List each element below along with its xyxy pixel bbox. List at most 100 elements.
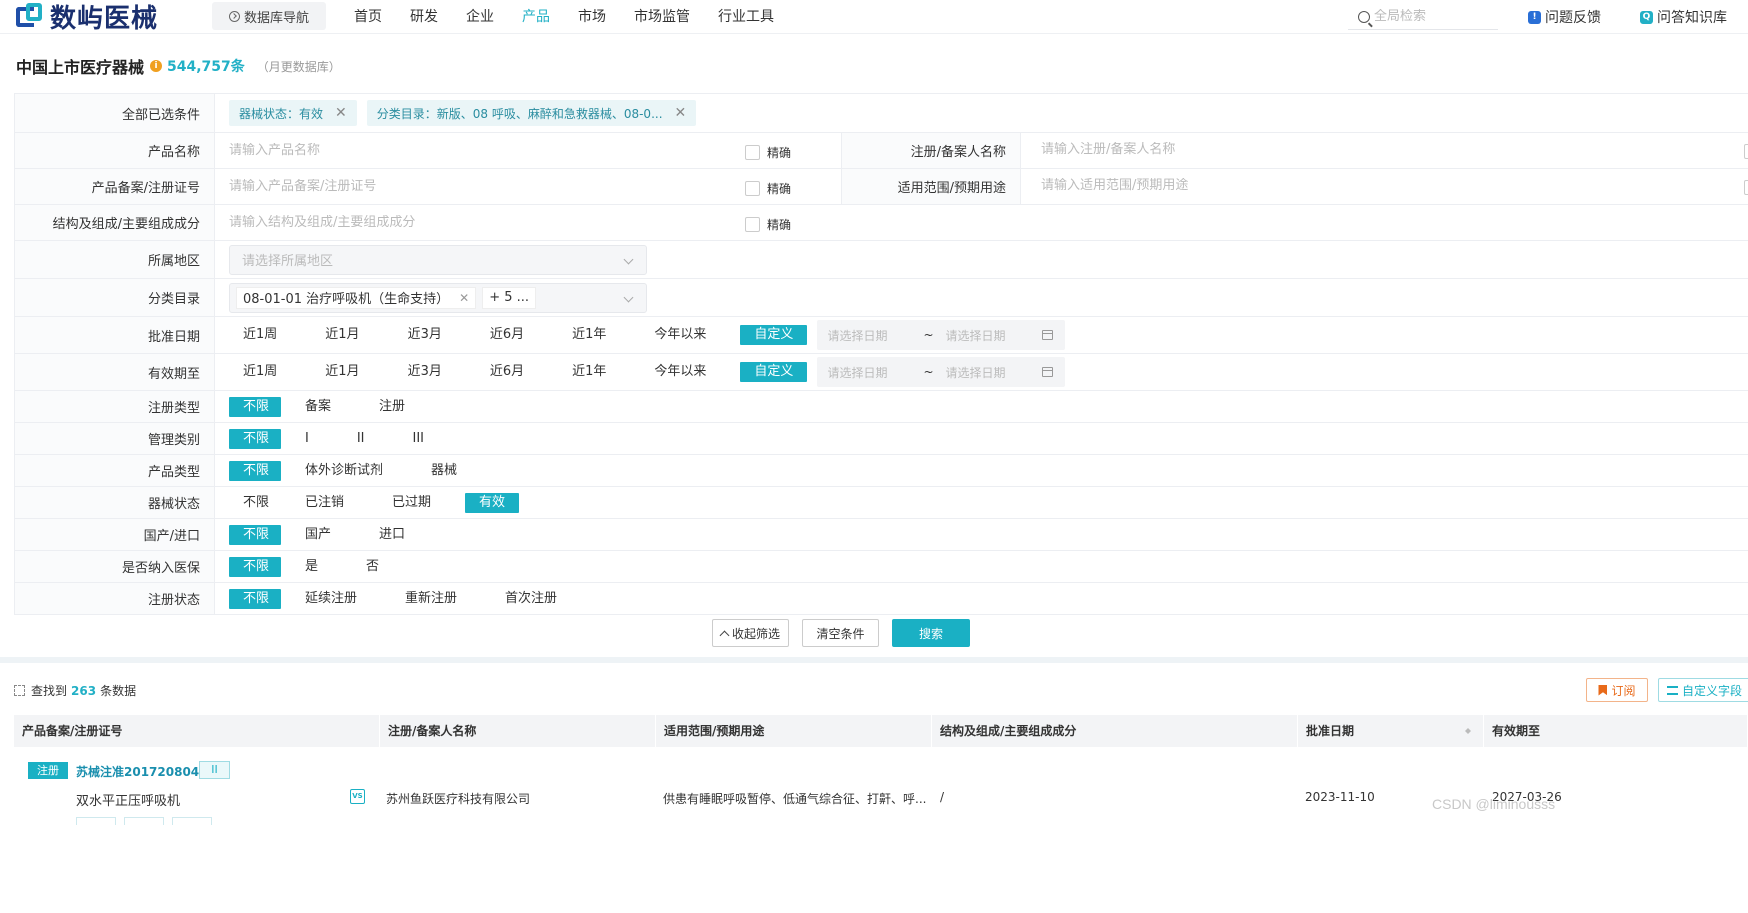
- reg-no-input[interactable]: [229, 179, 789, 194]
- option-yes[interactable]: 是: [291, 557, 332, 577]
- option-any[interactable]: 不限: [229, 460, 281, 481]
- region-select[interactable]: 请选择所属地区: [229, 244, 647, 275]
- chevron-down-icon: [623, 254, 634, 264]
- option-any[interactable]: 不限: [229, 556, 281, 577]
- exact-checkbox[interactable]: 精确: [745, 180, 791, 197]
- found-count: 263: [71, 683, 97, 698]
- option-any[interactable]: 不限: [229, 588, 281, 609]
- subscribe-button[interactable]: 订阅: [1586, 678, 1648, 702]
- close-icon[interactable]: ✕: [335, 105, 347, 121]
- option-no[interactable]: 否: [352, 557, 393, 577]
- column-header[interactable]: 注册/备案人名称: [380, 715, 656, 747]
- catalog-chip[interactable]: 08-01-01 治疗呼吸机（生命支持） ✕: [236, 286, 477, 309]
- option-1y[interactable]: 近1年: [558, 362, 620, 382]
- reg-no-link[interactable]: 苏械注准20172080417: [76, 763, 216, 780]
- nav-home[interactable]: 首页: [340, 0, 396, 34]
- end-date[interactable]: 请选择日期: [945, 327, 1005, 344]
- column-header[interactable]: 结构及组成/主要组成成分: [932, 715, 1298, 747]
- option-expired[interactable]: 已过期: [378, 493, 445, 513]
- chevron-down-icon: [623, 292, 634, 302]
- structure-input[interactable]: [229, 215, 789, 230]
- option-class-2[interactable]: II: [343, 429, 379, 449]
- option-cancelled[interactable]: 已注销: [291, 493, 358, 513]
- catalog-select[interactable]: 08-01-01 治疗呼吸机（生命支持） ✕ + 5 ...: [229, 282, 647, 313]
- option-6m[interactable]: 近6月: [476, 362, 538, 382]
- catalog-more-chip[interactable]: + 5 ...: [482, 286, 537, 309]
- filter-row-product-name: 产品名称 精确 注册/备案人名称: [14, 133, 1748, 169]
- search-button[interactable]: 搜索: [892, 619, 970, 647]
- option-valid[interactable]: 有效: [465, 492, 520, 513]
- column-header[interactable]: 适用范围/预期用途: [656, 715, 932, 747]
- close-icon[interactable]: ✕: [675, 105, 687, 121]
- nav-tools[interactable]: 行业工具: [704, 0, 788, 34]
- option-ytd[interactable]: 今年以来: [640, 362, 720, 382]
- option-domestic[interactable]: 国产: [291, 525, 345, 545]
- option-1m[interactable]: 近1月: [311, 325, 373, 345]
- clear-button[interactable]: 清空条件: [802, 619, 879, 647]
- compare-icon[interactable]: VS: [350, 789, 365, 804]
- option-any[interactable]: 不限: [229, 396, 281, 417]
- close-icon[interactable]: ✕: [459, 291, 469, 305]
- option-1y[interactable]: 近1年: [558, 325, 620, 345]
- exact-checkbox[interactable]: 精确: [745, 216, 791, 233]
- option-3m[interactable]: 近3月: [394, 362, 456, 382]
- knowledge-link[interactable]: Q 问答知识库: [1640, 7, 1727, 27]
- found-suffix: 条数据: [100, 684, 137, 698]
- option-device[interactable]: 器械: [417, 461, 471, 481]
- update-note: （月更数据库）: [256, 59, 341, 74]
- feedback-link[interactable]: ! 问题反馈: [1528, 7, 1601, 27]
- start-date[interactable]: 请选择日期: [827, 364, 887, 381]
- option-class-1[interactable]: I: [291, 429, 323, 449]
- collapse-filter-button[interactable]: 收起筛选: [712, 619, 789, 647]
- database-nav-label: 数据库导航: [243, 10, 309, 26]
- option-custom[interactable]: 自定义: [740, 325, 808, 345]
- sort-icon[interactable]: [1465, 725, 1471, 737]
- start-date[interactable]: 请选择日期: [827, 327, 887, 344]
- option-1m[interactable]: 近1月: [311, 362, 373, 382]
- option-3m[interactable]: 近3月: [394, 325, 456, 345]
- option-re-register[interactable]: 重新注册: [391, 589, 471, 609]
- option-renewal[interactable]: 延续注册: [291, 589, 371, 609]
- option-class-3[interactable]: III: [399, 429, 439, 449]
- logo[interactable]: 数屿医械: [14, 1, 158, 34]
- exact-checkbox[interactable]: 精确: [745, 144, 791, 161]
- option-ivd[interactable]: 体外诊断试剂: [291, 461, 397, 481]
- option-any[interactable]: 不限: [229, 428, 281, 449]
- approval-date-range[interactable]: 请选择日期 ~ 请选择日期: [817, 320, 1066, 350]
- option-first[interactable]: 首次注册: [491, 589, 571, 609]
- option-imported[interactable]: 进口: [365, 525, 419, 545]
- scan-icon: [14, 685, 25, 696]
- selected-tag[interactable]: 分类目录：新版、08 呼吸、麻醉和急救器械、08-0... ✕: [366, 100, 697, 126]
- option-filing[interactable]: 备案: [291, 397, 345, 417]
- company-cell[interactable]: 苏州鱼跃医疗科技有限公司: [386, 790, 530, 807]
- option-ytd[interactable]: 今年以来: [640, 325, 720, 345]
- global-search-input[interactable]: [1374, 9, 1484, 24]
- end-date[interactable]: 请选择日期: [945, 364, 1005, 381]
- exact-checkbox[interactable]: [1744, 144, 1748, 159]
- registrant-input[interactable]: [1041, 142, 1441, 157]
- custom-fields-button[interactable]: 自定义字段: [1658, 678, 1748, 702]
- option-custom[interactable]: 自定义: [740, 362, 808, 382]
- valid-date-range[interactable]: 请选择日期 ~ 请选择日期: [817, 357, 1066, 387]
- option-any[interactable]: 不限: [229, 524, 281, 545]
- product-name-input[interactable]: [229, 143, 789, 158]
- selected-tag[interactable]: 器械状态：有效 ✕: [229, 100, 357, 126]
- column-header[interactable]: 产品备案/注册证号: [14, 715, 380, 747]
- column-header[interactable]: 有效期至: [1484, 715, 1748, 747]
- nav-company[interactable]: 企业: [452, 0, 508, 34]
- option-1w[interactable]: 近1周: [229, 325, 291, 345]
- nav-rnd[interactable]: 研发: [396, 0, 452, 34]
- chevron-up-icon: [719, 630, 730, 640]
- exact-checkbox[interactable]: [1744, 180, 1748, 195]
- option-1w[interactable]: 近1周: [229, 362, 291, 382]
- option-any[interactable]: 不限: [229, 493, 281, 513]
- nav-market[interactable]: 市场: [564, 0, 620, 34]
- database-nav-button[interactable]: 数据库导航: [212, 2, 326, 30]
- column-header-sortable[interactable]: 批准日期: [1298, 715, 1484, 747]
- nav-regulation[interactable]: 市场监管: [620, 0, 704, 34]
- option-6m[interactable]: 近6月: [476, 325, 538, 345]
- info-icon[interactable]: i: [150, 60, 163, 72]
- nav-product[interactable]: 产品: [508, 0, 564, 34]
- scope-input[interactable]: [1041, 178, 1441, 193]
- option-register[interactable]: 注册: [365, 397, 419, 417]
